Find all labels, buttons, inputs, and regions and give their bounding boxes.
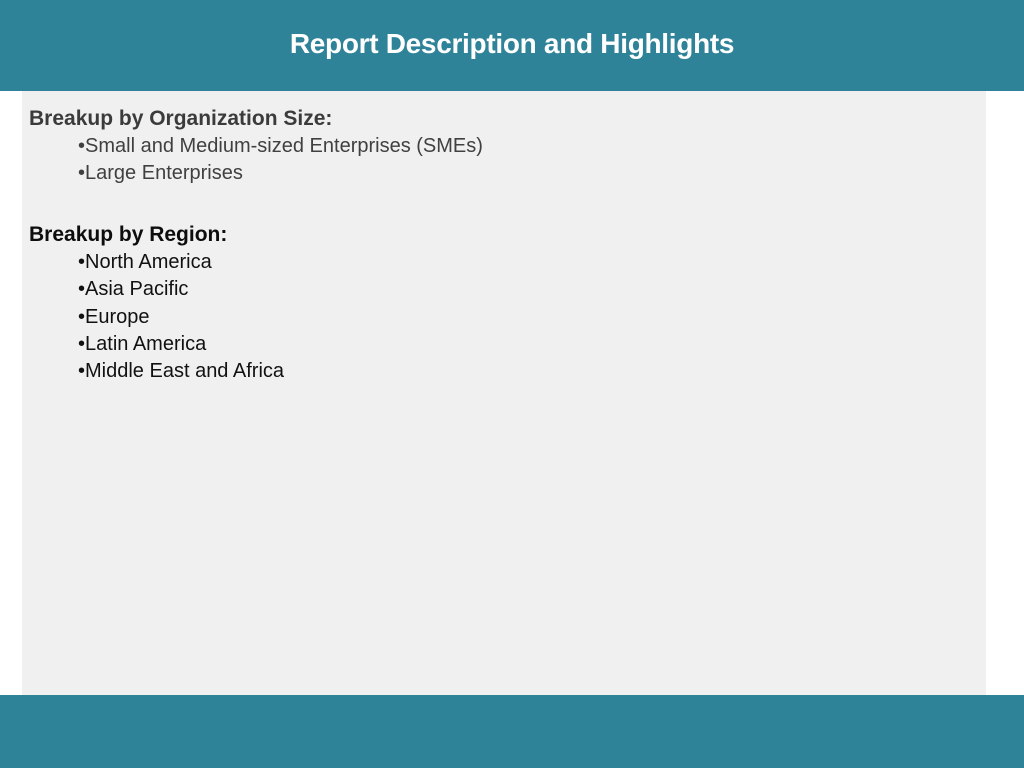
list-item: •North America bbox=[78, 249, 284, 276]
section-heading-organization-size: Breakup by Organization Size: bbox=[29, 107, 333, 130]
list-item: •Latin America bbox=[78, 331, 284, 358]
list-item-label: Asia Pacific bbox=[85, 278, 189, 301]
section-heading-region: Breakup by Region: bbox=[29, 223, 228, 246]
section-organization-size: Breakup by Organization Size: •Small and… bbox=[29, 105, 483, 188]
bullet-icon: • bbox=[78, 305, 86, 328]
region-list: •North America •Asia Pacific •Europe •La… bbox=[29, 249, 284, 385]
list-item-label: Latin America bbox=[85, 332, 207, 355]
list-item-label: North America bbox=[85, 251, 212, 273]
bullet-icon: • bbox=[78, 278, 86, 301]
list-item-label: Small and Medium-sized Enterprises (SMEs… bbox=[85, 135, 483, 157]
bullet-icon: • bbox=[78, 332, 86, 355]
slide: Report Description and Highlights Breaku… bbox=[0, 0, 1024, 768]
bullet-icon: • bbox=[78, 360, 86, 383]
section-region: Breakup by Region: •North America •Asia … bbox=[29, 221, 284, 385]
bullet-icon: • bbox=[78, 162, 86, 185]
list-item: •Asia Pacific bbox=[78, 276, 284, 303]
list-item-label: Large Enterprises bbox=[85, 162, 243, 185]
list-item: •Large Enterprises bbox=[78, 160, 483, 187]
list-item: •Middle East and Africa bbox=[78, 358, 284, 385]
list-item-label: Middle East and Africa bbox=[85, 360, 285, 383]
bullet-icon: • bbox=[78, 251, 86, 273]
organization-size-list: •Small and Medium-sized Enterprises (SME… bbox=[29, 133, 483, 188]
footer-bar bbox=[0, 695, 1024, 768]
content-panel: Breakup by Organization Size: •Small and… bbox=[22, 91, 986, 695]
list-item: •Small and Medium-sized Enterprises (SME… bbox=[78, 133, 483, 160]
header-bar: Report Description and Highlights bbox=[0, 0, 1024, 91]
list-item-label: Europe bbox=[85, 305, 150, 328]
list-item: •Europe bbox=[78, 304, 284, 331]
page-title: Report Description and Highlights bbox=[289, 27, 735, 59]
bullet-icon: • bbox=[78, 135, 86, 157]
